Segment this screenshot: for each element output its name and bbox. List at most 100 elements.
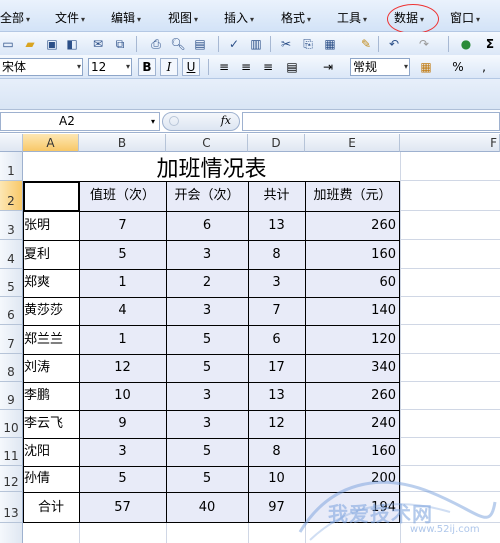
hyperlink-icon[interactable]: ● — [458, 36, 474, 52]
row-header-1[interactable]: 1 — [0, 152, 23, 181]
cell-pay[interactable]: 160 — [305, 240, 400, 269]
sheet-title[interactable]: 加班情况表 — [23, 152, 400, 182]
formula-input[interactable] — [242, 112, 500, 131]
undo-icon[interactable]: ↶ — [386, 36, 402, 52]
copy-icon[interactable]: ⎘ — [300, 36, 316, 52]
align-center-icon[interactable]: ≡ — [238, 59, 254, 75]
menu-view[interactable]: 视图 ▾ — [168, 9, 198, 26]
cell-meeting[interactable]: 3 — [166, 382, 248, 410]
selected-cell-a2[interactable] — [23, 181, 80, 212]
cell-name[interactable]: 张明 — [23, 211, 79, 240]
menu-window[interactable]: 窗口 ▾ — [450, 9, 480, 26]
cut-icon[interactable]: ✂ — [278, 36, 294, 52]
totals-total[interactable]: 97 — [248, 492, 305, 523]
cell-meeting[interactable]: 3 — [166, 410, 248, 438]
cell-meeting[interactable]: 3 — [166, 240, 248, 269]
row-header-9[interactable]: 9 — [0, 382, 23, 410]
row-header-7[interactable]: 7 — [0, 325, 23, 354]
cell-duty[interactable]: 1 — [79, 325, 166, 354]
menu-edit[interactable]: 编辑 ▾ — [111, 9, 141, 26]
cell-name[interactable]: 沈阳 — [23, 438, 79, 466]
cell-meeting[interactable]: 5 — [166, 325, 248, 354]
currency-icon[interactable]: ▦ — [418, 59, 434, 75]
row-header-8[interactable]: 8 — [0, 354, 23, 382]
cell-pay[interactable]: 340 — [305, 354, 400, 382]
align-left-icon[interactable]: ≡ — [216, 59, 232, 75]
row-header-10[interactable]: 10 — [0, 410, 23, 438]
name-box[interactable]: A2 ▾ — [0, 112, 160, 131]
row-header-11[interactable]: 11 — [0, 438, 23, 466]
cell-total[interactable]: 12 — [248, 410, 305, 438]
indent-icon[interactable]: ⇥ — [320, 59, 336, 75]
underline-button[interactable]: U — [182, 58, 200, 76]
comma-style-icon[interactable]: , — [476, 59, 492, 75]
totals-pay[interactable]: 194 — [305, 492, 400, 523]
research-icon[interactable]: ▤ — [192, 36, 208, 52]
new-document-icon[interactable]: ▭ — [0, 36, 16, 52]
row-header-5[interactable]: 5 — [0, 269, 23, 297]
cell-meeting[interactable]: 2 — [166, 269, 248, 297]
row-header-12[interactable]: 12 — [0, 466, 23, 492]
header-meeting[interactable]: 开会（次） — [166, 181, 248, 211]
cell-total[interactable]: 13 — [248, 211, 305, 240]
cell-name[interactable]: 李云飞 — [23, 410, 79, 438]
cell-duty[interactable]: 12 — [79, 354, 166, 382]
row-header-2[interactable]: 2 — [0, 181, 23, 211]
cell-meeting[interactable]: 5 — [166, 466, 248, 492]
cell-name[interactable]: 郑爽 — [23, 269, 79, 297]
cell-duty[interactable]: 4 — [79, 297, 166, 325]
paste-icon[interactable]: ▦ — [322, 36, 338, 52]
autosum-icon[interactable]: Σ — [482, 36, 498, 52]
menu-file[interactable]: 文件 ▾ — [55, 9, 85, 26]
cell-duty[interactable]: 1 — [79, 269, 166, 297]
cell-meeting[interactable]: 6 — [166, 211, 248, 240]
column-header-f[interactable]: F — [400, 134, 500, 152]
align-right-icon[interactable]: ≡ — [260, 59, 276, 75]
cell-name[interactable]: 刘涛 — [23, 354, 79, 382]
attach-icon[interactable]: ⧉ — [112, 36, 128, 52]
redo-icon[interactable]: ↷ — [416, 36, 432, 52]
number-format-select[interactable]: 常规 ▾ — [350, 58, 410, 76]
print-preview-icon[interactable]: 🔍︎ — [170, 36, 186, 52]
cell-pay[interactable]: 60 — [305, 269, 400, 297]
format-painter-icon[interactable]: ✎ — [358, 36, 374, 52]
column-header-a[interactable]: A — [23, 134, 79, 152]
permission-icon[interactable]: ◧ — [64, 36, 80, 52]
cell-duty[interactable]: 10 — [79, 382, 166, 410]
select-all-corner[interactable] — [0, 134, 23, 152]
header-total[interactable]: 共计 — [248, 181, 305, 211]
totals-meeting[interactable]: 40 — [166, 492, 248, 523]
cell-pay[interactable]: 120 — [305, 325, 400, 354]
menu-all[interactable]: 全部 ▾ — [0, 9, 30, 26]
italic-button[interactable]: I — [160, 58, 178, 76]
cell-total[interactable]: 3 — [248, 269, 305, 297]
cell-meeting[interactable]: 5 — [166, 354, 248, 382]
header-overtime-pay[interactable]: 加班费（元） — [305, 181, 400, 211]
cell-duty[interactable]: 9 — [79, 410, 166, 438]
row-header-6[interactable]: 6 — [0, 297, 23, 325]
totals-duty[interactable]: 57 — [79, 492, 166, 523]
menu-insert[interactable]: 插入 ▾ — [224, 9, 254, 26]
cell-total[interactable]: 10 — [248, 466, 305, 492]
menu-format[interactable]: 格式 ▾ — [281, 9, 311, 26]
email-icon[interactable]: ✉ — [90, 36, 106, 52]
column-header-e[interactable]: E — [305, 134, 400, 152]
cell-pay[interactable]: 260 — [305, 211, 400, 240]
save-icon[interactable]: ▣ — [44, 36, 60, 52]
print-icon[interactable]: ⎙ — [148, 36, 164, 52]
cell-name[interactable]: 夏利 — [23, 240, 79, 269]
spelling-icon[interactable]: ✓ — [226, 36, 242, 52]
cell-meeting[interactable]: 3 — [166, 297, 248, 325]
cell-name[interactable]: 李鹏 — [23, 382, 79, 410]
cell-total[interactable]: 13 — [248, 382, 305, 410]
cell-name[interactable]: 孙倩 — [23, 466, 79, 492]
open-folder-icon[interactable]: ▰ — [22, 36, 38, 52]
row-header-13[interactable]: 13 — [0, 492, 23, 523]
cell-total[interactable]: 6 — [248, 325, 305, 354]
cell-name[interactable]: 黄莎莎 — [23, 297, 79, 325]
row-header-3[interactable]: 3 — [0, 211, 23, 240]
cell-total[interactable]: 8 — [248, 240, 305, 269]
cell-total[interactable]: 7 — [248, 297, 305, 325]
menu-tools[interactable]: 工具 ▾ — [337, 9, 367, 26]
cell-duty[interactable]: 5 — [79, 240, 166, 269]
